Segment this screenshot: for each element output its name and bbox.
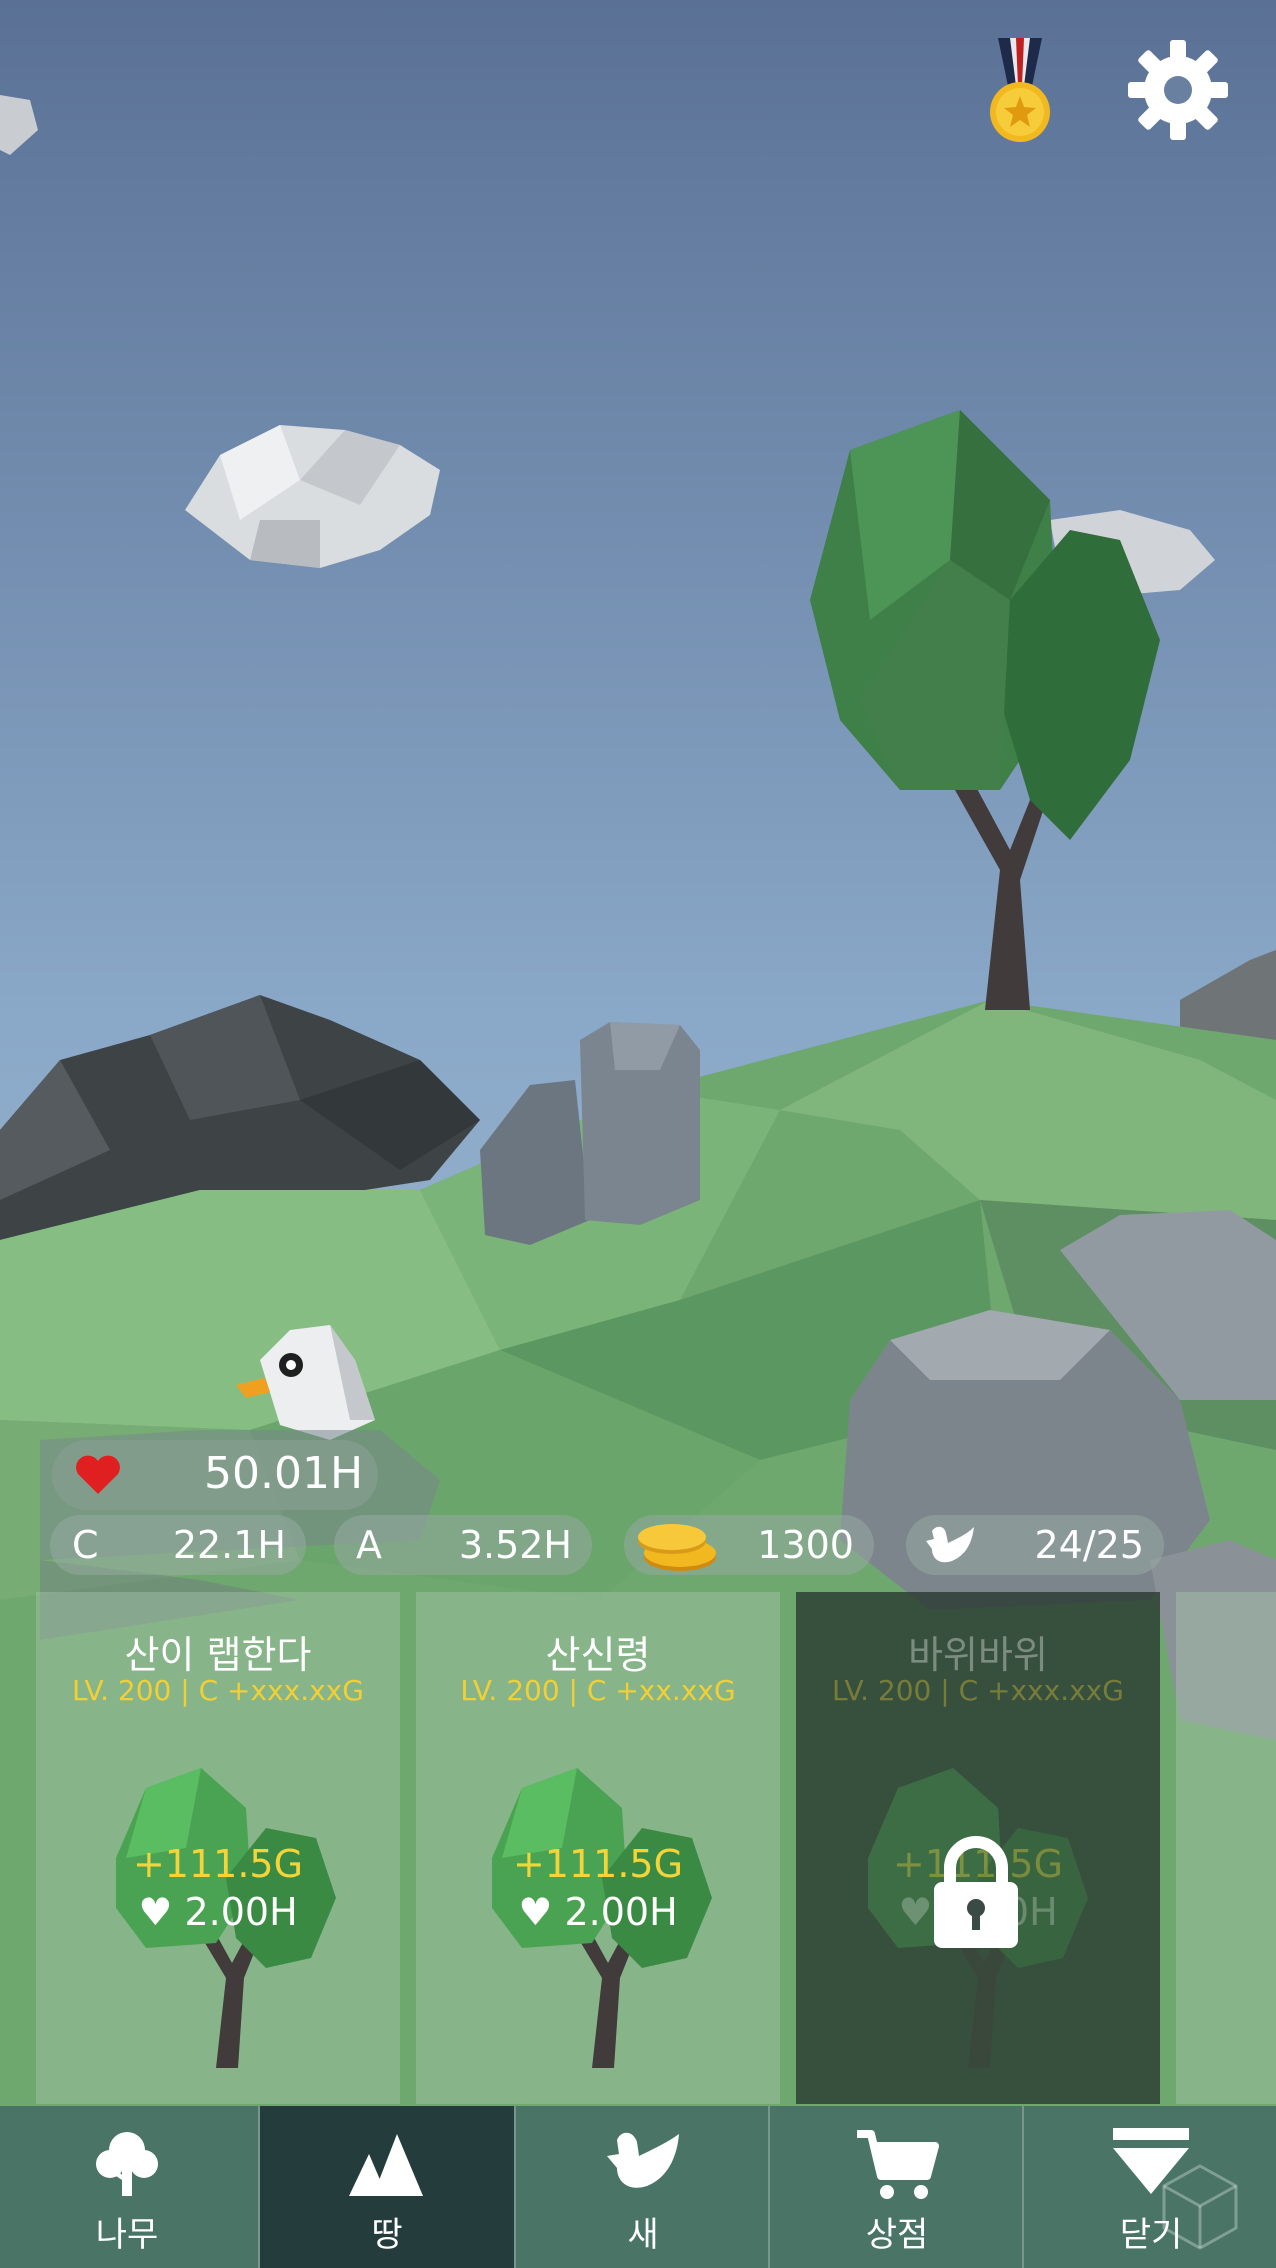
c-stat: C 22.1H [50, 1515, 306, 1575]
nav-label: 나무 [95, 2215, 159, 2255]
card-level: LV. 200 | C +xx.xxG [460, 1674, 736, 1707]
heart-icon [76, 1455, 120, 1494]
hearts-value: 50.01H [204, 1448, 364, 1499]
tree-card[interactable]: 산신령 LV. 200 | C +xx.xxG +111.5G ♥ 2.00H [416, 1592, 780, 2104]
cube-icon [1162, 2164, 1238, 2250]
coin-stat: 1300 [624, 1515, 874, 1575]
card-hp: ♥ 2.00H [138, 1890, 298, 1934]
nav-bird[interactable]: 새 [516, 2106, 770, 2268]
tree-icon [96, 2132, 158, 2196]
tree-card-locked[interactable]: 바위바위 LV. 200 | C +xxx.xxG +111.5G ♥ 2.00… [796, 1592, 1160, 2104]
nav-label: 새 [627, 2215, 659, 2255]
c-value: 22.1H [172, 1523, 286, 1567]
gear-icon[interactable] [1126, 38, 1230, 142]
card-title: 바위바위 [908, 1633, 1048, 1677]
bottom-nav: 나무 땅 새 상점 닫기 [0, 2106, 1276, 2268]
tree-card[interactable]: 산이 랩한다 LV. 200 | C +xxx.xxG +111.5G ♥ 2.… [36, 1592, 400, 2104]
hearts-stat: 50.01H [52, 1440, 378, 1510]
card-gold: +111.5G [132, 1842, 304, 1886]
a-stat: A 3.52H [334, 1515, 592, 1575]
nav-shop[interactable]: 상점 [770, 2106, 1024, 2268]
cart-icon [857, 2130, 939, 2199]
nav-label: 땅 [371, 2215, 403, 2255]
nav-label: 상점 [865, 2215, 929, 2255]
card-level: LV. 200 | C +xxx.xxG [72, 1674, 364, 1707]
lock-icon [934, 1836, 1018, 1948]
nav-land[interactable]: 땅 [260, 2106, 514, 2268]
a-label: A [356, 1523, 382, 1567]
nav-tree[interactable]: 나무 [0, 2106, 254, 2268]
bird-icon [926, 1526, 974, 1563]
card-level: LV. 200 | C +xxx.xxG [832, 1674, 1124, 1707]
bird-icon [607, 2132, 679, 2188]
coins-value: 1300 [757, 1523, 854, 1567]
tree-card-partial[interactable] [1176, 1592, 1276, 2104]
a-value: 3.52H [458, 1523, 572, 1567]
card-title: 산이 랩한다 [124, 1633, 312, 1677]
card-hp: ♥ 2.00H [518, 1890, 678, 1934]
medal-icon[interactable] [980, 38, 1060, 148]
card-gold: +111.5G [512, 1842, 684, 1886]
card-title: 산신령 [545, 1633, 651, 1677]
bird-stat: 24/25 [906, 1515, 1164, 1575]
birds-value: 24/25 [1034, 1523, 1144, 1567]
mountain-icon [349, 2134, 423, 2196]
c-label: C [72, 1523, 99, 1567]
coins-icon [638, 1524, 716, 1571]
